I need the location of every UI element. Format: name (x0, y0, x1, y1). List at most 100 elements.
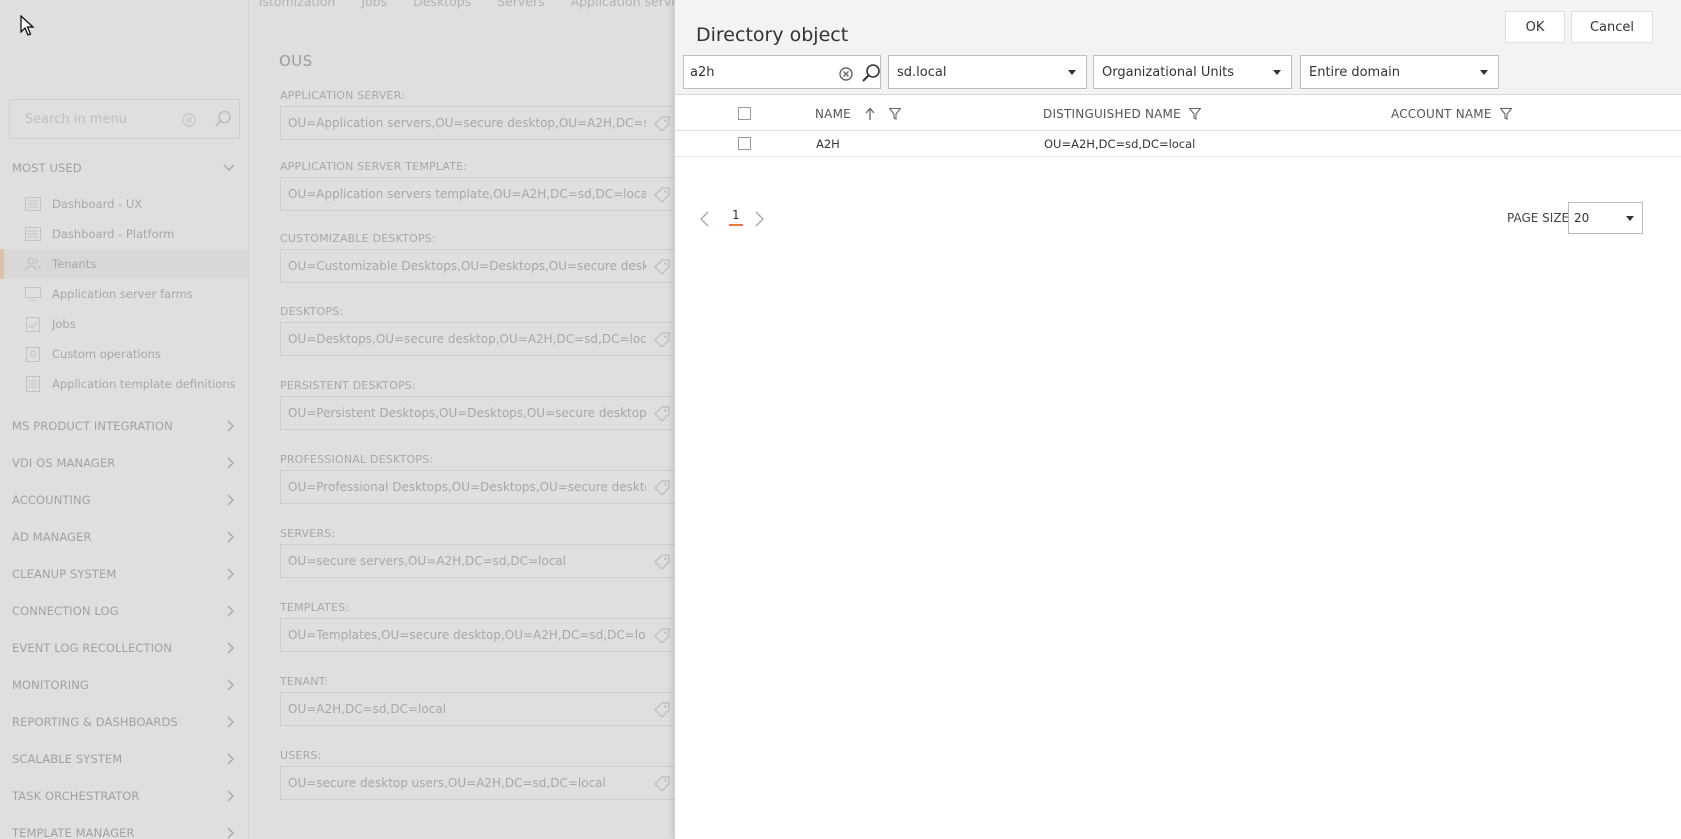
section-scalable-system[interactable]: SCALABLE SYSTEM (0, 745, 248, 773)
field-label: CUSTOMIZABLE DESKTOPS: (280, 232, 436, 245)
section-reporting-dashboards[interactable]: REPORTING & DASHBOARDS (0, 708, 248, 736)
menu-item-label: Tenants (52, 257, 97, 271)
menu-item-label: Application template definitions (52, 377, 236, 391)
field-input[interactable] (281, 250, 646, 282)
tag-icon[interactable] (653, 115, 671, 137)
tag-icon[interactable] (653, 479, 671, 501)
section-event-log-recollection[interactable]: EVENT LOG RECOLLECTION (0, 634, 248, 662)
tab-servers[interactable]: Servers (497, 0, 545, 9)
column-header-distinguished-name[interactable]: DISTINGUISHED NAME (1043, 95, 1201, 132)
field-input[interactable] (281, 693, 646, 725)
scope-value: Entire domain (1309, 64, 1401, 80)
menu-item-application-server-farms[interactable]: Application server farms (0, 279, 248, 309)
tag-icon[interactable] (653, 331, 671, 353)
chevron-left-icon[interactable] (700, 211, 709, 227)
section-template-manager[interactable]: TEMPLATE MANAGER (0, 819, 248, 839)
field-input[interactable] (281, 107, 646, 139)
field-label: USERS: (280, 749, 322, 762)
domain-select[interactable]: sd.local (888, 55, 1087, 89)
select-all-checkbox[interactable] (738, 107, 751, 120)
page-number[interactable]: 1 (729, 208, 743, 226)
dialog-header: Directory object OK Cancel sd.local Orga… (675, 0, 1681, 94)
chevron-right-icon[interactable] (755, 211, 764, 227)
menu-item-custom-operations[interactable]: Custom operations (0, 339, 248, 369)
chevron-right-icon (227, 494, 234, 506)
menu-item-dashboard-platform[interactable]: Dashboard - Platform (0, 219, 248, 249)
section-ad-manager[interactable]: AD MANAGER (0, 523, 248, 551)
sort-ascending-icon[interactable] (865, 107, 875, 121)
menu-item-label: Jobs (52, 317, 76, 331)
section-accounting[interactable]: ACCOUNTING (0, 486, 248, 514)
caret-down-icon (1480, 70, 1488, 75)
field-input[interactable] (281, 178, 646, 210)
object-type-select[interactable]: Organizational Units (1093, 55, 1292, 89)
section-label: AD MANAGER (12, 530, 92, 544)
section-label: EVENT LOG RECOLLECTION (12, 641, 173, 655)
custom-operations-icon (24, 345, 42, 363)
chevron-right-icon (227, 790, 234, 802)
menu-item-jobs[interactable]: Jobs (0, 309, 248, 339)
dashboard-icon (24, 195, 42, 213)
table-row[interactable]: A2H OU=A2H,DC=sd,DC=local (675, 131, 1681, 157)
search-icon[interactable] (213, 109, 233, 133)
section-monitoring[interactable]: MONITORING (0, 671, 248, 699)
field-professional-desktops (280, 470, 674, 504)
chevron-right-icon (227, 531, 234, 543)
menu-item-tenants[interactable]: Tenants (0, 249, 248, 279)
filter-icon[interactable] (1188, 107, 1201, 120)
field-input[interactable] (281, 323, 646, 355)
field-desktops (280, 322, 674, 356)
domain-select-value: sd.local (897, 64, 947, 80)
template-icon (24, 375, 42, 393)
search-icon[interactable] (860, 62, 882, 88)
tab-jobs[interactable]: Jobs (361, 0, 387, 9)
cancel-button[interactable]: Cancel (1571, 11, 1653, 43)
tab-desktops[interactable]: Desktops (413, 0, 471, 9)
menu-item-application-template-definitions[interactable]: Application template definitions (0, 369, 248, 399)
caret-down-icon (1273, 70, 1281, 75)
field-customizable-desktops (280, 249, 674, 283)
scope-select[interactable]: Entire domain (1300, 55, 1499, 89)
section-task-orchestrator[interactable]: TASK ORCHESTRATOR (0, 782, 248, 810)
clear-search-icon[interactable] (182, 112, 196, 131)
field-input[interactable] (281, 545, 646, 577)
tab-application-servers[interactable]: Application servers (571, 0, 674, 9)
tag-icon[interactable] (653, 258, 671, 280)
filter-icon[interactable] (1499, 107, 1512, 120)
menu-item-label: Custom operations (52, 347, 161, 361)
section-label: MOST USED (12, 161, 82, 175)
field-input[interactable] (281, 619, 646, 651)
section-ms-product-integration[interactable]: MS PRODUCT INTEGRATION (0, 412, 248, 440)
tag-icon[interactable] (653, 775, 671, 797)
tag-icon[interactable] (653, 186, 671, 208)
section-connection-log[interactable]: CONNECTION LOG (0, 597, 248, 625)
menu-item-dashboard-ux[interactable]: Dashboard - UX (0, 189, 248, 219)
filter-icon[interactable] (888, 107, 901, 120)
tag-icon[interactable] (653, 701, 671, 723)
tag-icon[interactable] (653, 553, 671, 575)
ok-button[interactable]: OK (1505, 11, 1565, 43)
column-header-name[interactable]: NAME (815, 95, 901, 132)
column-header-account-name[interactable]: ACCOUNT NAME (1391, 95, 1512, 132)
mouse-cursor-icon (20, 15, 35, 36)
field-tenant (280, 692, 674, 726)
tag-icon[interactable] (653, 627, 671, 649)
clear-search-icon[interactable] (839, 66, 853, 85)
page-size-select[interactable]: 20 (1568, 202, 1643, 234)
chevron-right-icon (227, 679, 234, 691)
menu-search-input[interactable] (10, 100, 175, 138)
field-label: TEMPLATES: (280, 601, 350, 614)
tag-icon[interactable] (653, 405, 671, 427)
field-input[interactable] (281, 767, 646, 799)
field-label: PERSISTENT DESKTOPS: (280, 379, 417, 392)
section-vdi-os-manager[interactable]: VDI OS MANAGER (0, 449, 248, 477)
section-cleanup-system[interactable]: CLEANUP SYSTEM (0, 560, 248, 588)
section-most-used[interactable]: MOST USED (0, 154, 248, 182)
dialog-search-input[interactable] (684, 56, 834, 88)
row-checkbox[interactable] (738, 137, 751, 150)
dialog-search-box (683, 55, 881, 89)
field-input[interactable] (281, 397, 646, 429)
section-label: CLEANUP SYSTEM (12, 567, 117, 581)
field-input[interactable] (281, 471, 646, 503)
tab-customization[interactable]: istomization (259, 0, 335, 9)
